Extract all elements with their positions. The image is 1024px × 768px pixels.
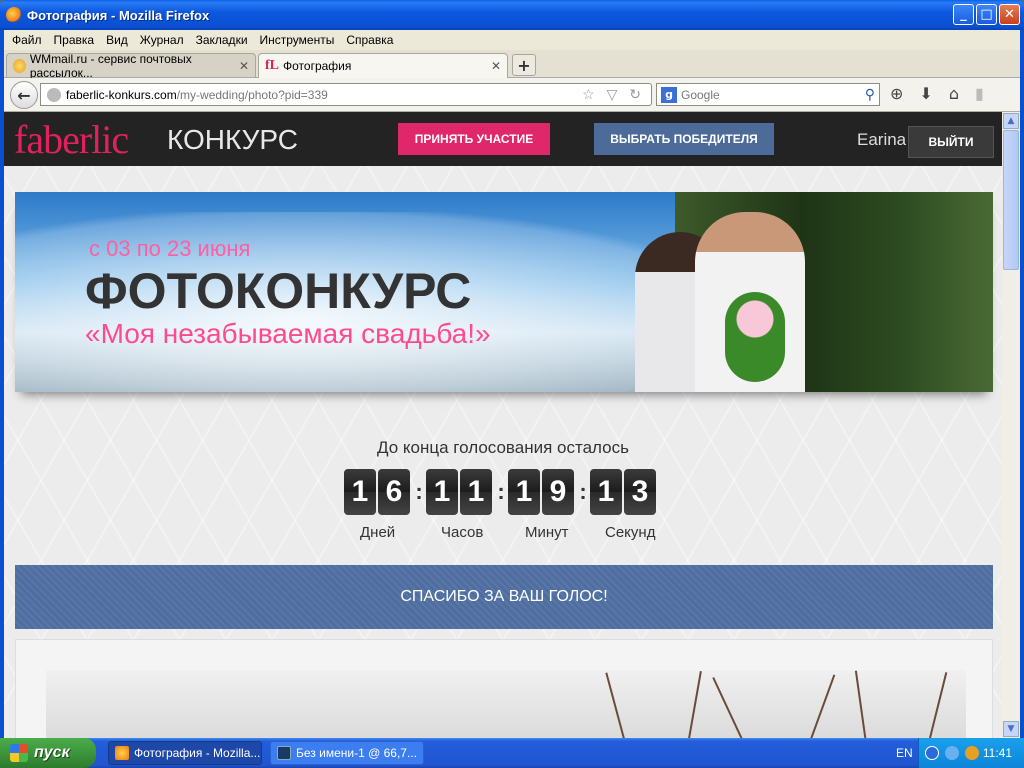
- url-bar[interactable]: faberlic-konkurs.com /my-wedding/photo?p…: [40, 83, 652, 106]
- taskbar-item-firefox[interactable]: Фотография - Mozilla...: [108, 741, 262, 765]
- branch-graphic: [806, 674, 836, 738]
- site-identity-icon[interactable]: [47, 87, 61, 102]
- logout-button[interactable]: ВЫЙТИ: [908, 126, 994, 158]
- tab-label: Фотография: [283, 59, 352, 73]
- new-tab-button[interactable]: +: [512, 54, 536, 76]
- photo-container: [15, 639, 993, 738]
- window-titlebar[interactable]: Фотография - Mozilla Firefox _ □ ✕: [0, 0, 1024, 30]
- contest-banner: с 03 по 23 июня ФОТОКОНКУРС «Моя незабыв…: [15, 192, 993, 392]
- page-scrollbar[interactable]: ▲ ▼: [1002, 112, 1020, 738]
- countdown-timer: 1 6 : 1 1 : 1 9 : 1 3: [344, 469, 658, 515]
- days-digit: 1: [344, 469, 376, 515]
- days-digit: 6: [378, 469, 410, 515]
- windows-flag-icon: [10, 744, 28, 762]
- tab-wmmail[interactable]: WMmail.ru - сервис почтовых рассылок... …: [6, 51, 256, 80]
- google-icon[interactable]: g: [661, 86, 677, 103]
- taskbar: пуск Фотография - Mozilla... Без имени-1…: [0, 738, 1024, 768]
- menu-tools[interactable]: Инструменты: [260, 33, 335, 47]
- tab-photo[interactable]: fL Фотография ✕: [258, 53, 508, 78]
- clock: 11:41: [982, 746, 1012, 760]
- faberlic-logo[interactable]: faberlic: [14, 116, 129, 163]
- banner-title: ФОТОКОНКУРС: [85, 263, 472, 319]
- addon-globe-icon[interactable]: ⊕: [890, 84, 903, 103]
- close-window-button[interactable]: ✕: [999, 4, 1020, 25]
- start-button[interactable]: пуск: [0, 738, 96, 768]
- window-title: Фотография - Mozilla Firefox: [27, 7, 210, 23]
- branch-graphic: [854, 670, 868, 738]
- navigation-bar: ← faberlic-konkurs.com /my-wedding/photo…: [4, 78, 1020, 112]
- banner-dates: с 03 по 23 июня: [89, 236, 251, 261]
- minutes-digit: 1: [508, 469, 540, 515]
- system-tray: 11:41: [918, 738, 1024, 768]
- window-frame-right: [1020, 30, 1024, 738]
- menu-bookmarks[interactable]: Закладки: [196, 33, 248, 47]
- url-bar-icons[interactable]: ☆ ▽ ↻: [582, 86, 645, 103]
- seconds-digit: 1: [590, 469, 622, 515]
- logo-suffix: КОНКУРС: [167, 124, 298, 155]
- vote-thanks-banner: СПАСИБО ЗА ВАШ ГОЛОС!: [15, 565, 993, 629]
- maximize-button[interactable]: □: [976, 4, 997, 25]
- scroll-down-icon[interactable]: ▼: [1003, 721, 1019, 737]
- banner-subtitle: «Моя незабываемая свадьба!»: [85, 318, 491, 349]
- search-placeholder: Google: [681, 87, 720, 102]
- page-content: faberlic КОНКУРС ПРИНЯТЬ УЧАСТИЕ ВЫБРАТЬ…: [4, 112, 1002, 738]
- tab-label: WMmail.ru - сервис почтовых рассылок...: [29, 51, 192, 80]
- countdown-label: До конца голосования осталось: [377, 438, 629, 457]
- language-indicator[interactable]: EN: [896, 746, 913, 760]
- branch-graphic: [605, 672, 628, 738]
- hours-digit: 1: [426, 469, 458, 515]
- days-unit-label: Дней: [360, 524, 396, 541]
- taskbar-item-label: Без имени-1 @ 66,7...: [296, 746, 417, 760]
- countdown-separator: :: [579, 479, 587, 504]
- taskbar-item-label: Фотография - Mozilla...: [134, 746, 261, 760]
- tab-bar: WMmail.ru - сервис почтовых рассылок... …: [4, 50, 1020, 80]
- start-label: пуск: [34, 744, 70, 761]
- search-input[interactable]: g Google ⚲: [656, 83, 880, 106]
- contest-photo[interactable]: [46, 670, 966, 738]
- seconds-digit: 3: [624, 469, 656, 515]
- url-host: faberlic-konkurs.com: [66, 87, 177, 102]
- participate-button[interactable]: ПРИНЯТЬ УЧАСТИЕ: [398, 123, 550, 155]
- branch-graphic: [712, 677, 748, 738]
- firefox-icon: [115, 746, 129, 760]
- scroll-up-icon[interactable]: ▲: [1003, 113, 1019, 129]
- minutes-unit-label: Минут: [525, 524, 569, 541]
- security-icon[interactable]: [965, 746, 979, 760]
- minutes-digit: 9: [542, 469, 574, 515]
- close-tab-icon[interactable]: ✕: [239, 59, 249, 73]
- choose-winner-button[interactable]: ВЫБРАТЬ ПОБЕДИТЕЛЯ: [594, 123, 774, 155]
- countdown-separator: :: [415, 479, 423, 504]
- photoshop-icon: [277, 746, 291, 760]
- menu-view[interactable]: Вид: [106, 33, 128, 47]
- network-icon[interactable]: [945, 746, 959, 760]
- menu-file[interactable]: Файл: [12, 33, 42, 47]
- close-tab-icon[interactable]: ✕: [491, 59, 501, 73]
- tray-expand-icon[interactable]: [925, 746, 939, 760]
- search-icon[interactable]: ⚲: [865, 86, 875, 103]
- menu-edit[interactable]: Правка: [54, 33, 95, 47]
- downloads-icon[interactable]: ⬇: [919, 84, 932, 103]
- seconds-unit-label: Секунд: [605, 524, 656, 541]
- menu-bar: Файл Правка Вид Журнал Закладки Инструме…: [4, 30, 1020, 50]
- signal-icon: ▮: [974, 84, 984, 103]
- minimize-button[interactable]: _: [953, 4, 974, 25]
- menu-help[interactable]: Справка: [346, 33, 393, 47]
- taskbar-item-photoshop[interactable]: Без имени-1 @ 66,7...: [270, 741, 424, 765]
- back-button[interactable]: ←: [10, 81, 38, 109]
- countdown-separator: :: [497, 479, 505, 504]
- username[interactable]: Earina: [857, 130, 906, 150]
- branch-graphic: [926, 672, 948, 738]
- url-path: /my-wedding/photo?pid=339: [176, 87, 328, 102]
- site-header: faberlic КОНКУРС ПРИНЯТЬ УЧАСТИЕ ВЫБРАТЬ…: [4, 112, 1002, 166]
- hours-unit-label: Часов: [441, 524, 484, 541]
- menu-history[interactable]: Журнал: [140, 33, 184, 47]
- bouquet-graphic: [725, 292, 785, 382]
- branch-graphic: [686, 671, 702, 738]
- wmmail-favicon: [13, 58, 26, 73]
- scroll-thumb[interactable]: [1003, 130, 1019, 270]
- home-icon[interactable]: ⌂: [949, 84, 959, 103]
- hours-digit: 1: [460, 469, 492, 515]
- firefox-icon: [6, 7, 22, 23]
- faberlic-favicon: fL: [265, 58, 279, 73]
